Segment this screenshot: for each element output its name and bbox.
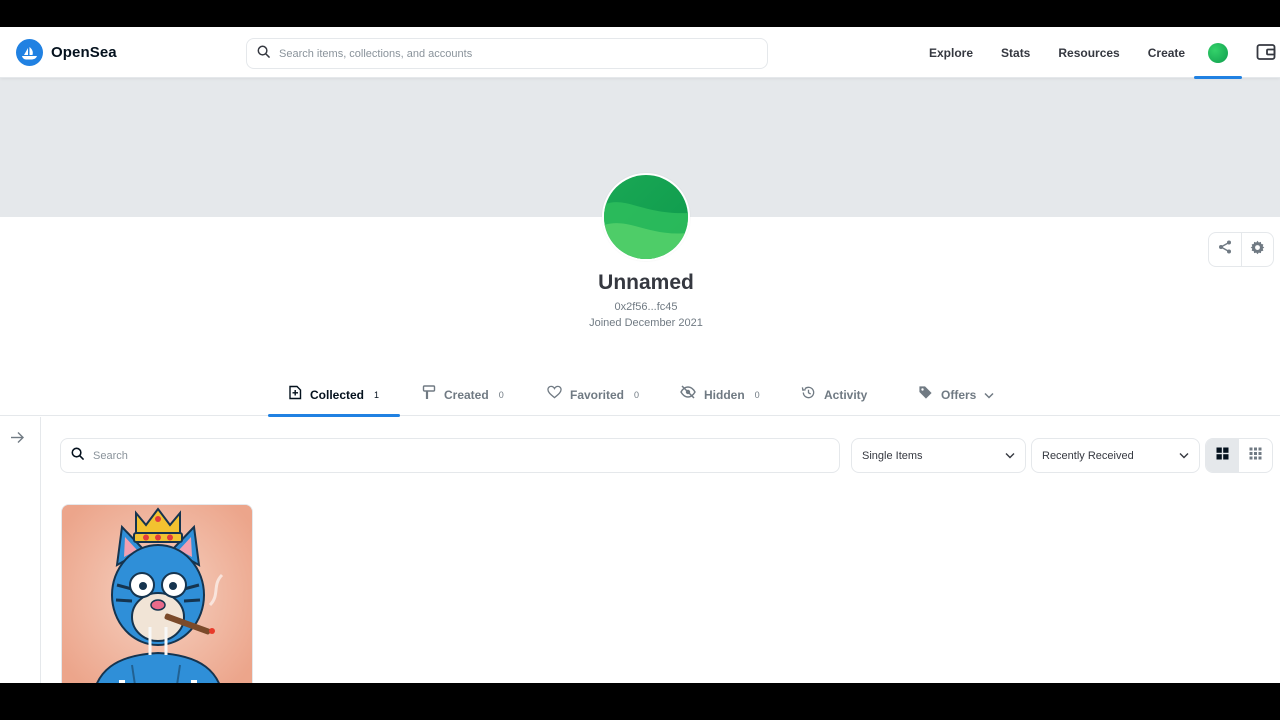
letterbox-top [0,0,1280,27]
items-search-box[interactable] [60,438,840,473]
tab-created-count: 0 [498,389,504,400]
opensea-logo[interactable]: OpenSea [16,39,117,66]
tab-created[interactable]: Created 0 [402,373,524,416]
large-grid-button[interactable] [1206,439,1239,472]
chevron-down-icon [984,386,994,404]
sort-select[interactable]: Recently Received [1031,438,1200,473]
settings-button[interactable] [1240,233,1273,266]
account-menu-button[interactable] [1194,27,1242,79]
history-icon [801,385,816,405]
share-button[interactable] [1209,233,1241,266]
tab-collected-label: Collected [310,387,365,402]
tab-favorited[interactable]: Favorited 0 [527,373,659,416]
browser-viewport: OpenSea Explore Stats Resources Create [0,27,1280,683]
tab-collected-count: 1 [374,389,380,400]
item-type-select[interactable]: Single Items [851,438,1026,473]
logo-text: OpenSea [51,44,117,61]
grid-view-toggle [1205,438,1273,473]
profile-name: Unnamed [598,271,694,294]
opensea-logo-icon [16,39,43,66]
created-icon [422,384,436,405]
global-search-box[interactable] [246,38,768,69]
wallet-address[interactable]: 0x2f56...fc45 [0,301,1280,313]
item-type-value: Single Items [862,449,923,462]
search-icon [71,447,84,465]
nav-stats[interactable]: Stats [987,46,1044,60]
tab-favorited-label: Favorited [570,387,625,402]
chevron-down-icon [1005,450,1015,462]
profile-actions [1208,232,1274,267]
nav-create[interactable]: Create [1134,46,1199,60]
nft-card[interactable] [61,504,253,683]
global-search-input[interactable] [279,47,749,60]
nft-image-cat-king [62,505,252,683]
tab-offers-label: Offers [941,387,977,402]
tab-activity-label: Activity [824,387,868,402]
joined-date: Joined December 2021 [589,317,703,329]
letterbox-bottom [0,683,1280,720]
top-navbar: OpenSea Explore Stats Resources Create [0,27,1280,79]
arrow-right-icon[interactable] [10,431,25,449]
nav-resources[interactable]: Resources [1044,46,1133,60]
tab-hidden-label: Hidden [704,387,745,402]
tag-icon [918,385,933,405]
small-grid-button[interactable] [1239,439,1272,472]
tab-hidden[interactable]: Hidden 0 [660,373,780,416]
small-grid-icon [1249,447,1262,465]
tab-offers[interactable]: Offers [898,373,1014,416]
tab-collected[interactable]: Collected 1 [268,373,400,417]
wallet-icon[interactable] [1256,43,1276,66]
settings-icon [1250,240,1265,260]
search-icon [257,45,270,63]
tab-created-label: Created [444,387,489,402]
eye-off-icon [680,385,696,404]
sort-value: Recently Received [1042,449,1134,462]
large-grid-icon [1216,447,1229,465]
account-avatar-icon [1208,42,1228,63]
collected-icon [288,385,302,405]
heart-icon [547,385,562,404]
chevron-down-icon [1179,450,1189,462]
items-search-input[interactable] [93,449,813,462]
share-icon [1218,240,1232,259]
nav-links: Explore Stats Resources Create [915,27,1199,78]
filter-sidebar-collapsed [0,417,41,683]
tab-favorited-count: 0 [634,389,640,400]
tab-hidden-count: 0 [754,389,760,400]
profile-tabs: Collected 1 Created 0 Favorited 0 Hidden… [0,373,1280,417]
tab-activity[interactable]: Activity [781,373,887,416]
nav-explore[interactable]: Explore [915,46,987,60]
profile-avatar [602,173,690,261]
